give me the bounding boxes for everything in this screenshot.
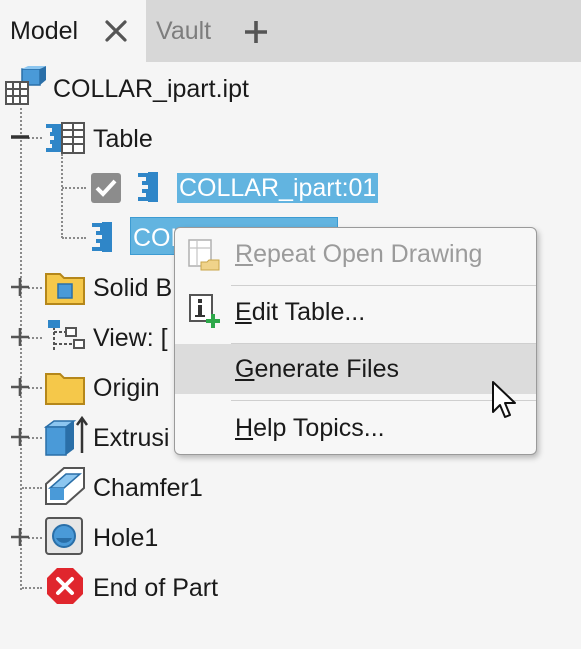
tree-connector xyxy=(22,487,42,489)
tree-item-view-label: View: [ xyxy=(93,324,168,352)
browser-tab-bar: Model Vault xyxy=(0,0,581,62)
tree-connector xyxy=(28,287,42,289)
tab-model-label: Model xyxy=(10,16,79,45)
tab-vault[interactable]: Vault xyxy=(156,0,211,62)
tree-connector xyxy=(28,337,42,339)
tree-item-end-of-part-label: End of Part xyxy=(93,574,219,602)
tree-connector xyxy=(28,437,42,439)
checkbox-checked-icon[interactable] xyxy=(90,172,122,204)
menu-item-help-topics-label: Help Topics... xyxy=(235,413,385,442)
menu-item-repeat-open-drawing-label: Repeat Open Drawing xyxy=(235,239,483,268)
collapse-icon[interactable] xyxy=(10,127,30,147)
extrude-icon xyxy=(44,415,88,456)
view-representation-icon xyxy=(48,320,85,352)
menu-item-generate-files-label: Generate Files xyxy=(235,354,399,383)
tree-connector xyxy=(62,187,86,189)
mouse-pointer-icon xyxy=(492,381,516,418)
tree-connector xyxy=(22,587,42,589)
folder-icon xyxy=(45,373,85,405)
tree-connector xyxy=(28,537,42,539)
close-icon[interactable] xyxy=(104,19,128,43)
tree-connector xyxy=(28,387,42,389)
tree-item-table-label: Table xyxy=(93,125,153,153)
tree-item-chamfer-label: Chamfer1 xyxy=(93,474,203,502)
tree-item-solid-bodies-label: Solid B xyxy=(93,274,173,302)
context-menu: Repeat Open Drawing Edit Table... Genera… xyxy=(174,227,537,455)
tree-item-hole-label: Hole1 xyxy=(93,524,159,552)
tree-item-origin-label: Origin xyxy=(93,374,160,402)
expand-icon[interactable] xyxy=(10,527,30,547)
expand-icon[interactable] xyxy=(10,327,30,347)
tree-connector xyxy=(61,154,63,238)
menu-item-help-topics[interactable]: Help Topics... xyxy=(175,402,536,454)
plus-icon[interactable] xyxy=(243,19,269,45)
end-of-part-icon xyxy=(47,568,83,604)
menu-item-edit-table-label: Edit Table... xyxy=(235,297,366,326)
tree-connector xyxy=(62,237,86,239)
member-icon xyxy=(92,222,112,252)
member-icon xyxy=(138,172,158,202)
menu-item-generate-files[interactable]: Generate Files xyxy=(175,344,536,394)
tree-item-member-01-label: COLLAR_ipart:01 xyxy=(177,173,379,203)
edit-table-icon xyxy=(189,294,220,328)
expand-icon[interactable] xyxy=(10,377,30,397)
chamfer-icon xyxy=(45,467,85,505)
tree-item-root-label: COLLAR_ipart.ipt xyxy=(53,75,249,103)
expand-icon[interactable] xyxy=(10,427,30,447)
ipart-icon xyxy=(5,66,46,105)
expand-icon[interactable] xyxy=(10,277,30,297)
open-drawing-icon xyxy=(188,239,220,271)
tab-vault-label: Vault xyxy=(156,16,212,45)
table-icon xyxy=(46,122,85,154)
folder-icon xyxy=(45,273,85,305)
hole-icon xyxy=(45,517,83,555)
menu-item-edit-table[interactable]: Edit Table... xyxy=(175,286,536,338)
menu-item-repeat-open-drawing[interactable]: Repeat Open Drawing xyxy=(175,228,536,280)
tree-item-extrusion-label: Extrusi xyxy=(93,424,170,452)
tree-connector xyxy=(28,137,42,139)
